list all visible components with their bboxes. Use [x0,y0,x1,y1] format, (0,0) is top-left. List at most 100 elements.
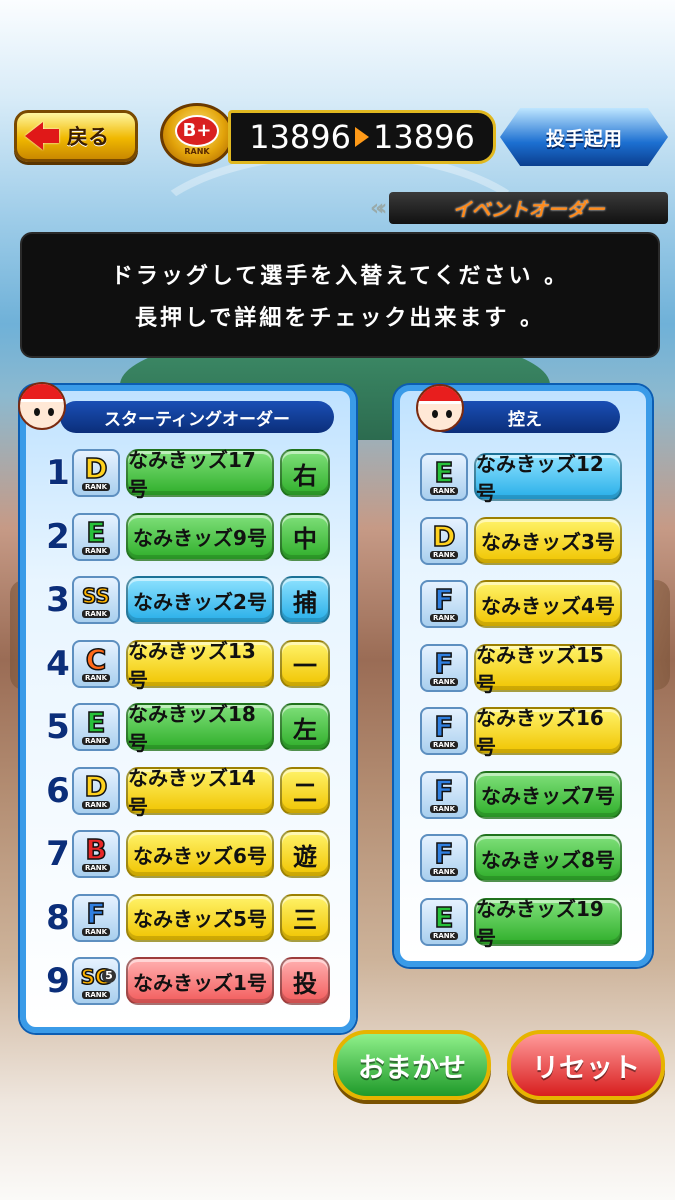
rank-icon: D RANK [420,516,468,565]
rank-caption: RANK [81,927,111,936]
starting-player-row[interactable]: 1 D RANK なみきッズ17号右 [44,446,330,501]
starting-player-row[interactable]: 7 B RANK なみきッズ6号遊 [44,827,330,881]
rank-letter: E [434,900,455,934]
event-order-banner: «‹ イベントオーダー [370,190,668,226]
rank-icon: F RANK [420,707,468,755]
starting-player-row[interactable]: 4 C RANK なみきッズ13号一 [44,637,330,692]
player-name-button[interactable]: なみきッズ5号 [126,893,274,942]
reset-button[interactable]: リセット [507,1030,665,1100]
rank-icon: F RANK [420,643,468,692]
player-name-button[interactable]: なみきッズ3号 [474,516,622,565]
batting-order-number: 6 [46,770,70,811]
position-button[interactable]: 捕 [280,576,330,624]
back-arrow-icon [25,122,59,150]
chevron-icon: «‹ [370,195,387,221]
rank-caption: RANK [429,868,459,876]
position-button[interactable]: 左 [280,703,330,751]
player-name-button[interactable]: なみきッズ6号 [126,830,274,878]
rank-caption: RANK [429,614,459,622]
rank-icon: SS RANK [72,576,120,624]
player-name-button[interactable]: なみきッズ18号 [126,702,274,755]
rank-letter: SS [81,583,110,609]
starting-player-row[interactable]: 2 E RANK なみきッズ9号中 [44,510,330,564]
player-name-button[interactable]: なみきッズ16号 [474,706,622,759]
rank-icon: F RANK [420,580,468,628]
rank-letter: F [434,773,455,807]
team-score: 13896 13896 [228,110,496,164]
rank-icon: E RANK [72,703,120,751]
mascot-icon [18,382,66,430]
position-button[interactable]: 一 [280,639,330,688]
starting-player-row[interactable]: 9 SG RANK 5 なみきッズ1号投 [44,954,330,1008]
player-name-button[interactable]: なみきッズ1号 [126,957,274,1005]
bench-player-row[interactable]: E RANK なみきッズ19号 [420,895,622,950]
rank-caption: RANK [429,487,459,495]
auto-arrange-label: おまかせ [358,1052,466,1084]
pitcher-assign-button[interactable]: 投手起用 [500,108,668,166]
player-name-button[interactable]: なみきッズ17号 [126,448,274,501]
score-current: 13896 [249,118,351,156]
starting-player-row[interactable]: 5 E RANK なみきッズ18号左 [44,700,330,755]
position-button[interactable]: 中 [280,512,330,561]
position-button[interactable]: 遊 [280,830,330,878]
rank-letter: E [86,515,107,549]
back-button[interactable]: 戻る [14,110,138,162]
player-name-button[interactable]: なみきッズ2号 [126,576,274,624]
rank-caption: RANK [429,550,459,559]
rank-caption: RANK [81,610,111,618]
rank-letter: F [86,896,107,930]
auto-arrange-button[interactable]: おまかせ [333,1030,491,1100]
bench-player-row[interactable]: F RANK なみきッズ16号 [420,704,622,759]
batting-order-number: 2 [46,516,70,557]
mascot-icon [416,384,464,432]
player-name-button[interactable]: なみきッズ13号 [126,639,274,692]
rank-caption: RANK [81,864,111,872]
rank-caption: RANK [429,677,459,686]
rank-letter: C [85,642,107,676]
bench-player-row[interactable]: E RANK なみきッズ12号 [420,450,622,505]
rank-letter: D [84,452,109,485]
starting-player-row[interactable]: 3 SS RANK なみきッズ2号捕 [44,573,330,627]
player-name-button[interactable]: なみきッズ19号 [474,897,622,950]
bench-player-row[interactable]: F RANK なみきッズ7号 [420,768,622,822]
instruction-box: ドラッグして選手を入替えてください 。 長押しで詳細をチェック出来ます 。 [20,232,660,358]
rank-caption: RANK [81,483,111,491]
batting-order-number: 3 [46,580,70,620]
bench-player-row[interactable]: F RANK なみきッズ15号 [420,641,622,696]
player-name-button[interactable]: なみきッズ15号 [474,643,622,696]
position-button[interactable]: 右 [280,449,330,497]
bench-player-row[interactable]: F RANK なみきッズ4号 [420,577,622,631]
rank-icon: E RANK [420,897,468,946]
rank-icon: F RANK [420,770,468,819]
rank-caption: RANK [81,546,111,555]
player-name-button[interactable]: なみきッズ9号 [126,512,274,561]
pitcher-assign-label: 投手起用 [545,127,622,150]
rank-caption: RANK [429,741,459,749]
player-name-button[interactable]: なみきッズ8号 [474,834,622,882]
rank-caption: RANK [429,931,459,940]
score-new: 13896 [373,118,475,156]
position-button[interactable]: 二 [280,766,330,815]
rank-letter: F [434,837,455,870]
position-button[interactable]: 投 [280,957,330,1005]
starting-player-row[interactable]: 6 D RANK なみきッズ14号二 [44,764,330,819]
starting-player-row[interactable]: 8 F RANK なみきッズ5号三 [44,891,330,945]
player-name-button[interactable]: なみきッズ14号 [126,766,274,819]
rank-letter: F [434,710,455,743]
reset-label: リセット [532,1052,640,1084]
batting-order-number: 5 [46,707,70,747]
instruction-line: 長押しで詳細をチェック出来ます 。 [134,306,545,331]
rank-icon: D RANK [72,449,120,497]
player-name-button[interactable]: なみきッズ7号 [474,770,622,819]
batting-order-number: 7 [46,834,70,874]
rank-icon: B RANK [72,830,120,878]
rank-letter: D [432,519,457,553]
batting-order-number: 4 [46,643,70,684]
bench-player-row[interactable]: F RANK なみきッズ8号 [420,831,622,885]
position-button[interactable]: 三 [280,893,330,942]
rank-icon: E RANK [72,512,120,561]
rank-caption: RANK [429,804,459,813]
player-name-button[interactable]: なみきッズ4号 [474,580,622,628]
bench-player-row[interactable]: D RANK なみきッズ3号 [420,514,622,568]
player-name-button[interactable]: なみきッズ12号 [474,452,622,505]
